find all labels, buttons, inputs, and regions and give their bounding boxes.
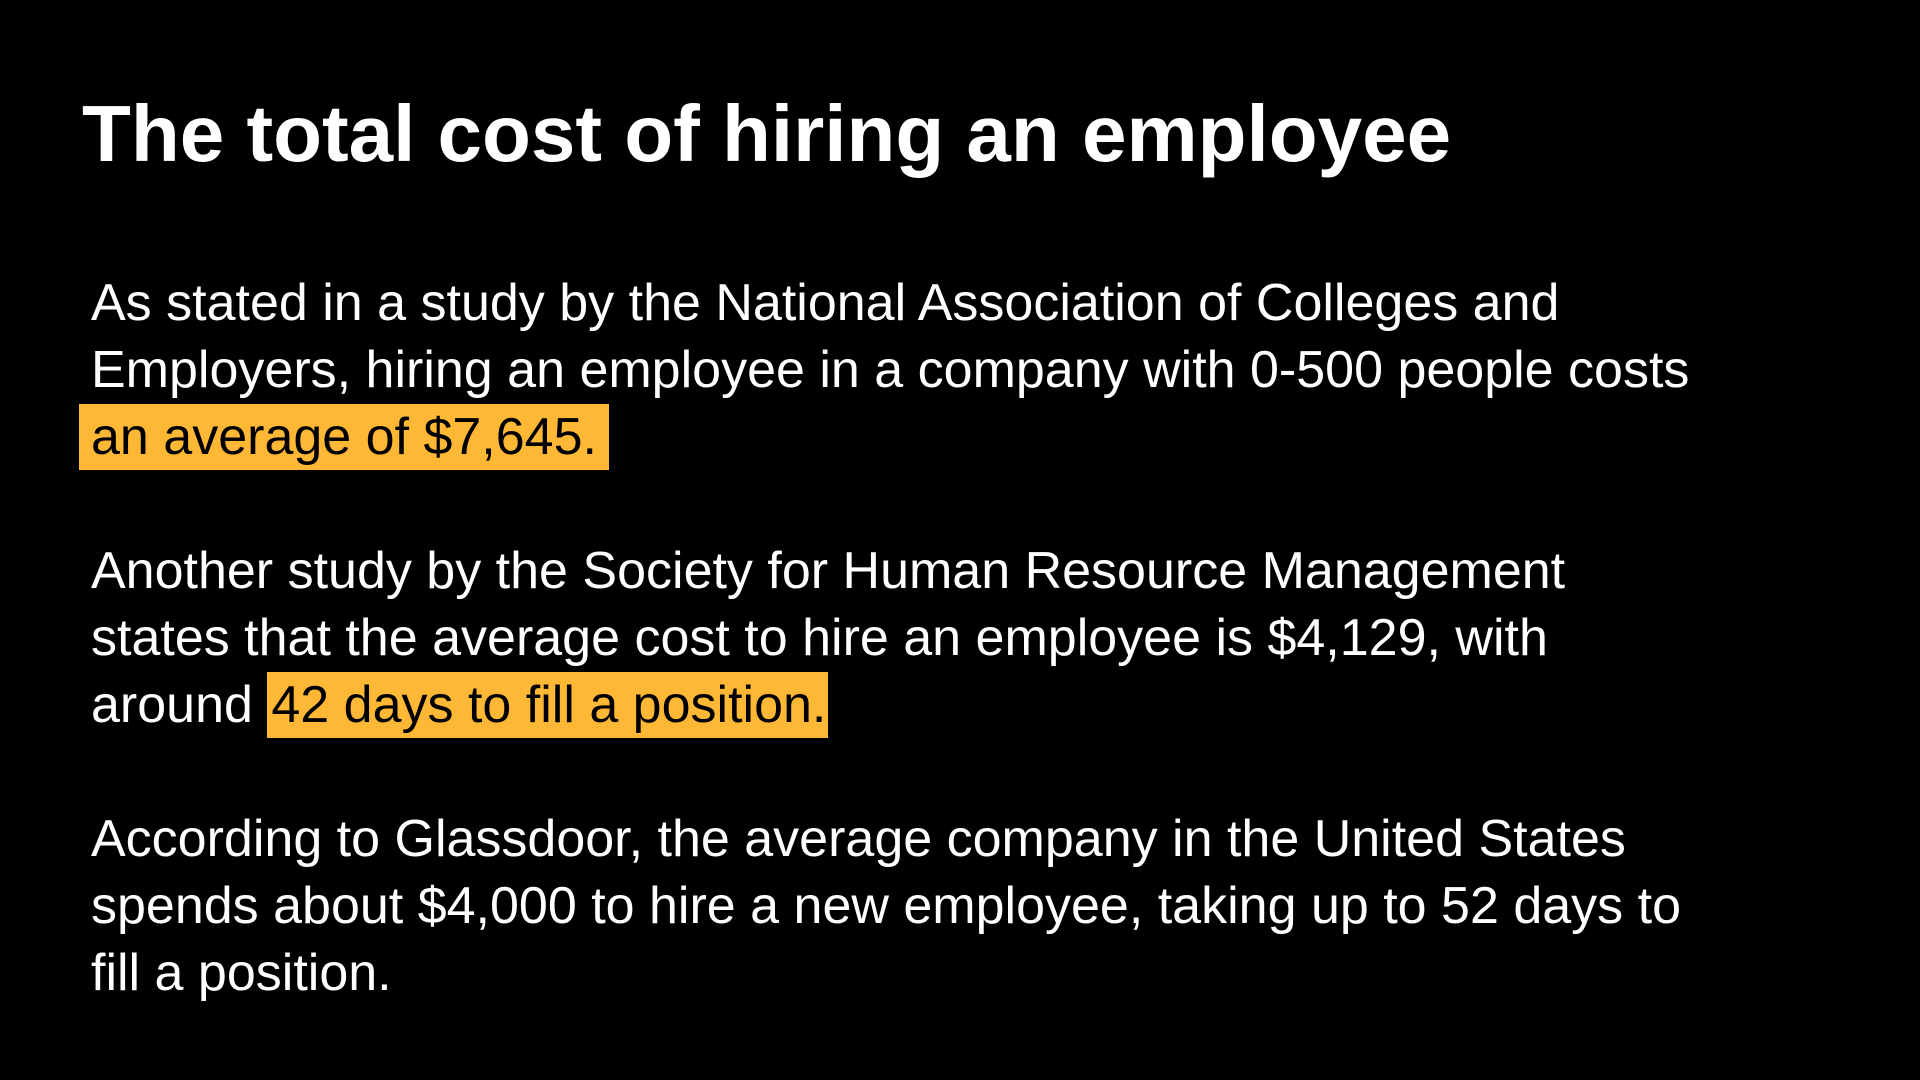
slide-body: As stated in a study by the National Ass… <box>79 270 1871 1074</box>
slide: The total cost of hiring an employee As … <box>0 0 1920 1080</box>
paragraph-line-prefix: around <box>91 676 268 734</box>
paragraph-line: Employers, hiring an employee in a compa… <box>91 341 1690 399</box>
highlight-days-to-fill: 42 days to fill a position. <box>267 672 829 738</box>
paragraph-line: fill a position. <box>91 944 392 1002</box>
slide-title: The total cost of hiring an employee <box>82 89 1452 178</box>
paragraph-line: According to Glassdoor, the average comp… <box>91 810 1626 868</box>
paragraph-shrm-study: Another study by the Society for Human R… <box>91 538 1871 739</box>
paragraph-line: Another study by the Society for Human R… <box>91 542 1566 600</box>
paragraph-line: spends about $4,000 to hire a new employ… <box>91 877 1681 935</box>
paragraph-glassdoor: According to Glassdoor, the average comp… <box>91 806 1871 1007</box>
paragraph-line: As stated in a study by the National Ass… <box>91 274 1560 332</box>
paragraph-line: states that the average cost to hire an … <box>91 609 1548 667</box>
highlight-average-cost: an average of $7,645. <box>79 404 609 470</box>
paragraph-nace-study: As stated in a study by the National Ass… <box>79 270 1871 471</box>
